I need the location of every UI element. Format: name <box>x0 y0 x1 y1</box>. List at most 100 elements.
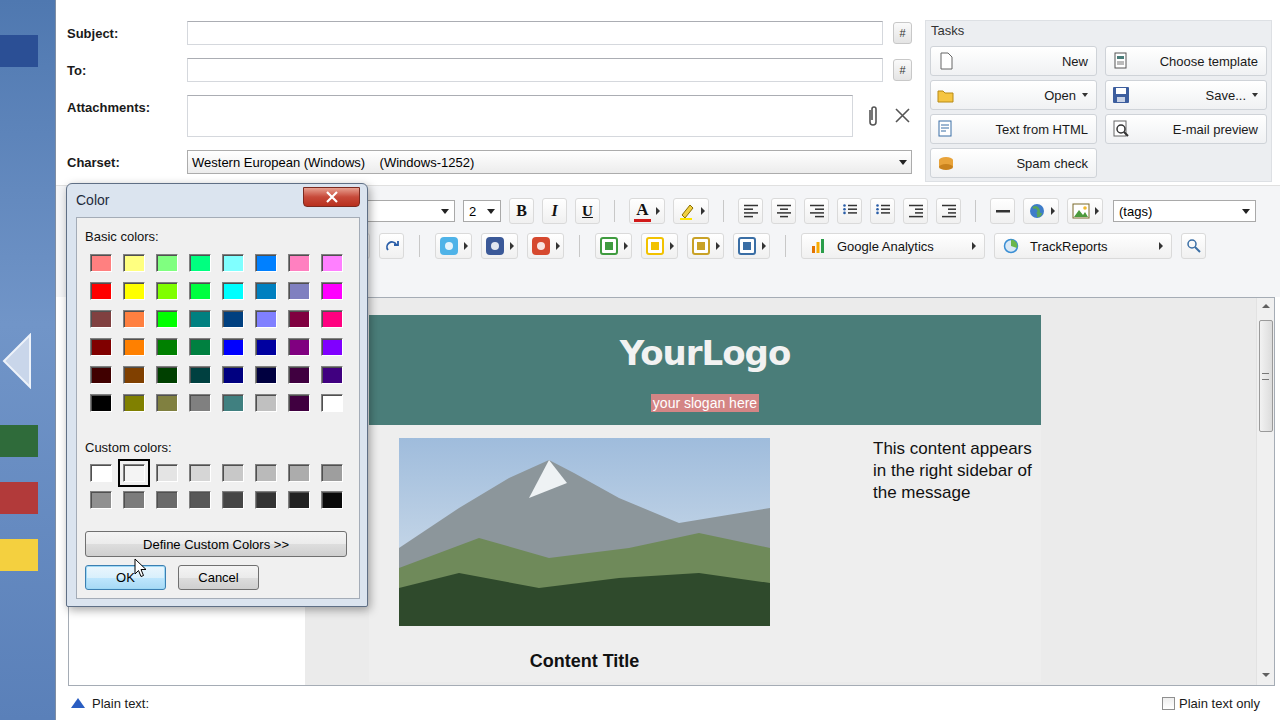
close-button[interactable] <box>303 187 360 207</box>
color-swatch[interactable] <box>123 282 145 300</box>
desktop-tile[interactable] <box>0 482 38 514</box>
color-swatch[interactable] <box>222 310 244 328</box>
custom-color-swatch[interactable] <box>288 464 310 482</box>
scroll-up-icon[interactable] <box>1262 304 1270 308</box>
color-swatch[interactable] <box>189 310 211 328</box>
mountain-photo[interactable] <box>399 438 770 626</box>
google-analytics-button[interactable]: Google Analytics <box>801 233 985 259</box>
color-swatch[interactable] <box>123 366 145 384</box>
custom-color-swatch[interactable] <box>123 464 145 482</box>
highlight-button[interactable] <box>673 198 709 224</box>
color-swatch[interactable] <box>123 310 145 328</box>
task-button[interactable]: Save... <box>1105 80 1267 110</box>
color-swatch[interactable] <box>288 394 310 412</box>
image-button[interactable] <box>1067 198 1103 224</box>
task-button[interactable]: Text from HTML <box>930 114 1097 144</box>
color-swatch[interactable] <box>189 254 211 272</box>
color-swatch[interactable] <box>90 366 112 384</box>
color-swatch[interactable] <box>255 366 277 384</box>
font-color-button[interactable]: A <box>629 198 665 224</box>
color-swatch[interactable] <box>288 282 310 300</box>
share-button[interactable] <box>481 233 518 259</box>
charset-select[interactable]: Western European (Windows) (Windows-1252… <box>187 150 912 174</box>
sidebar-text[interactable]: This content appears in the right sideba… <box>873 438 1038 672</box>
remove-attachment-icon[interactable] <box>893 105 912 127</box>
color-swatch[interactable] <box>321 338 343 356</box>
paragraph-button[interactable] <box>936 198 961 224</box>
checkbox-box[interactable] <box>1162 697 1175 710</box>
content-title[interactable]: Content Title <box>399 650 770 672</box>
placeholder-button[interactable]: # <box>893 22 912 44</box>
custom-color-swatch[interactable] <box>156 464 178 482</box>
paragraph-button[interactable] <box>903 198 928 224</box>
custom-color-swatch[interactable] <box>90 491 112 509</box>
color-swatch[interactable] <box>156 338 178 356</box>
custom-color-swatch[interactable] <box>222 464 244 482</box>
insert-button[interactable] <box>641 233 678 259</box>
horizontal-rule-button[interactable] <box>990 198 1015 224</box>
format-button[interactable]: B <box>509 198 534 224</box>
color-swatch[interactable] <box>123 338 145 356</box>
insert-button[interactable] <box>687 233 724 259</box>
desktop-tile[interactable] <box>0 35 38 67</box>
custom-color-swatch[interactable] <box>123 491 145 509</box>
task-button[interactable]: E-mail preview <box>1105 114 1267 144</box>
color-swatch[interactable] <box>123 394 145 412</box>
color-swatch[interactable] <box>156 254 178 272</box>
track-reports-button[interactable]: TrackReports <box>994 233 1172 259</box>
custom-color-swatch[interactable] <box>90 464 112 482</box>
vertical-scrollbar[interactable] <box>1256 298 1274 685</box>
paragraph-button[interactable] <box>804 198 829 224</box>
format-button[interactable]: I <box>542 198 567 224</box>
define-custom-colors-button[interactable]: Define Custom Colors >> <box>85 531 347 557</box>
dialog-button[interactable]: Cancel <box>178 565 259 590</box>
color-swatch[interactable] <box>90 394 112 412</box>
insert-button[interactable] <box>595 233 632 259</box>
format-button[interactable]: U <box>575 198 600 224</box>
custom-color-swatch[interactable] <box>222 491 244 509</box>
custom-color-swatch[interactable] <box>321 464 343 482</box>
paperclip-icon[interactable] <box>863 104 883 128</box>
redo-button[interactable] <box>379 233 404 259</box>
custom-color-swatch[interactable] <box>255 464 277 482</box>
task-button[interactable]: Spam check <box>930 148 1097 178</box>
color-swatch[interactable] <box>90 254 112 272</box>
plain-text-only-checkbox[interactable]: Plain text only <box>1162 696 1260 711</box>
color-swatch[interactable] <box>222 394 244 412</box>
color-swatch[interactable] <box>288 366 310 384</box>
desktop-tile[interactable] <box>0 425 38 457</box>
link-button[interactable] <box>1023 198 1059 224</box>
color-swatch[interactable] <box>189 366 211 384</box>
logo-text[interactable]: YourLogo <box>620 332 791 374</box>
task-button[interactable]: Choose template <box>1105 46 1267 76</box>
text-input[interactable] <box>187 21 883 45</box>
desktop-tile[interactable] <box>0 539 38 571</box>
custom-color-swatch[interactable] <box>189 464 211 482</box>
color-swatch[interactable] <box>321 310 343 328</box>
color-swatch[interactable] <box>123 254 145 272</box>
color-swatch[interactable] <box>189 338 211 356</box>
share-button[interactable] <box>527 233 564 259</box>
task-button[interactable]: New <box>930 46 1097 76</box>
slogan-text[interactable]: your slogan here <box>651 394 759 412</box>
text-input[interactable] <box>187 58 883 82</box>
scroll-thumb[interactable] <box>1259 320 1273 432</box>
custom-color-swatch[interactable] <box>255 491 277 509</box>
color-swatch[interactable] <box>222 254 244 272</box>
tags-select[interactable]: (tags) <box>1113 200 1256 222</box>
color-swatch[interactable] <box>90 282 112 300</box>
color-swatch[interactable] <box>288 310 310 328</box>
custom-color-swatch[interactable] <box>156 491 178 509</box>
insert-button[interactable] <box>733 233 770 259</box>
paragraph-button[interactable] <box>771 198 796 224</box>
color-swatch[interactable] <box>321 366 343 384</box>
desktop-arrow-icon[interactable] <box>0 333 32 389</box>
color-swatch[interactable] <box>90 310 112 328</box>
paragraph-button[interactable] <box>738 198 763 224</box>
color-swatch[interactable] <box>255 394 277 412</box>
task-button[interactable]: Open <box>930 80 1097 110</box>
attachments-input[interactable] <box>187 95 853 137</box>
color-swatch[interactable] <box>222 282 244 300</box>
color-swatch[interactable] <box>90 338 112 356</box>
placeholder-button[interactable]: # <box>893 59 912 81</box>
